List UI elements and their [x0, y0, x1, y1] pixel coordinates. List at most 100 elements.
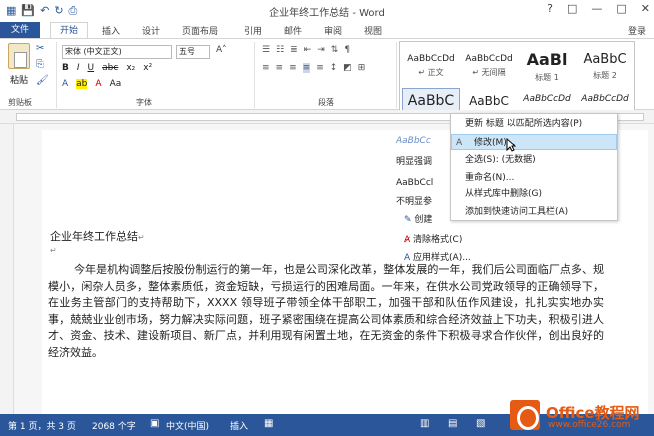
paragraph-group-label: 段落 — [318, 98, 334, 107]
align-center-icon[interactable]: ≡ — [276, 63, 284, 73]
show-marks-icon[interactable]: ¶ — [344, 45, 350, 55]
tab-insert[interactable]: 插入 — [102, 24, 120, 37]
brand-url: www.office26.com — [548, 420, 631, 430]
language[interactable]: 中文(中国) — [166, 419, 209, 432]
word-count[interactable]: 2068 个字 — [92, 419, 136, 432]
font-group-label: 字体 — [136, 98, 152, 107]
window-controls: ? □ — □ ✕ — [547, 2, 650, 15]
style-sample-partial: AaBbCc — [396, 136, 431, 146]
tab-layout[interactable]: 页面布局 — [182, 24, 218, 37]
copy-icon[interactable]: ⎘ — [36, 59, 44, 70]
font-color-icon[interactable]: A — [95, 79, 101, 89]
group-divider — [254, 42, 255, 108]
ribbon-display-button[interactable]: □ — [567, 2, 577, 15]
page-count[interactable]: 第 1 页，共 3 页 — [8, 419, 76, 432]
menu-rename[interactable]: 重命名(N)... — [451, 170, 617, 186]
align-left-icon[interactable]: ≡ — [262, 63, 270, 73]
menu-update-style[interactable]: 更新 标题 以匹配所选内容(P) — [451, 116, 617, 132]
style-heading-1[interactable]: AaBl 标题 1 — [518, 44, 576, 88]
format-row: B I U abc x₂ x² — [62, 63, 152, 73]
modify-icon: A — [456, 138, 463, 148]
borders-icon[interactable]: ⊞ — [358, 63, 366, 73]
close-button[interactable]: ✕ — [641, 2, 650, 15]
read-mode-icon[interactable]: ▥ — [420, 418, 429, 429]
align-row: ≡ ≡ ≡ ≡ ≡ ↕ ◩ ⊞ — [262, 63, 365, 73]
style-ref-label: 不明显参 — [396, 197, 433, 207]
empty-paragraph-mark: ↵ — [50, 246, 57, 255]
shading-icon[interactable]: ◩ — [343, 63, 352, 73]
color-row: A ab A Aa — [62, 79, 121, 89]
office-logo-icon — [510, 400, 540, 430]
text-effects-icon[interactable]: A — [62, 79, 68, 89]
ribbon-tabs: 文件 开始 插入 设计 页面布局 引用 邮件 审阅 视图 登录 — [0, 22, 654, 39]
style-sample-partial-2: AaBbCcl — [396, 178, 434, 188]
sort-icon[interactable]: ⇅ — [331, 45, 339, 55]
tab-mailings[interactable]: 邮件 — [284, 24, 302, 37]
group-divider — [396, 42, 397, 108]
style-no-spacing[interactable]: AaBbCcDd ↵ 无间隔 — [460, 44, 518, 88]
menu-modify[interactable]: A 修改(M)... — [451, 134, 617, 150]
cut-icon[interactable]: ✂ — [36, 43, 44, 54]
font-grow-icon[interactable]: A˄ — [216, 45, 227, 55]
increase-indent-icon[interactable]: ⇥ — [317, 45, 325, 55]
align-right-icon[interactable]: ≡ — [289, 63, 297, 73]
decrease-indent-icon[interactable]: ⇤ — [304, 45, 312, 55]
list-row: ☰ ☷ ≣ ⇤ ⇥ ⇅ ¶ — [262, 45, 350, 55]
insert-mode[interactable]: 插入 — [230, 419, 248, 432]
menu-select-all[interactable]: 全选(S): (无数据) — [451, 152, 617, 168]
login-link[interactable]: 登录 — [628, 24, 646, 37]
tab-home[interactable]: 开始 — [50, 22, 88, 39]
macro-icon[interactable]: ▦ — [264, 418, 273, 429]
apply-styles-item[interactable]: A 应用样式(A)... — [404, 250, 471, 263]
create-style-icon: ✎ — [404, 215, 415, 225]
menu-remove-from-gallery[interactable]: 从样式库中删除(G) — [451, 186, 617, 202]
tab-file[interactable]: 文件 — [0, 22, 40, 38]
style-context-menu: 更新 标题 以匹配所选内容(P) A 修改(M)... 全选(S): (无数据) … — [450, 113, 618, 221]
vertical-ruler — [0, 124, 14, 414]
tab-view[interactable]: 视图 — [364, 24, 382, 37]
bold-button[interactable]: B — [62, 63, 69, 73]
style-normal[interactable]: AaBbCcDd ↵ 正文 — [402, 44, 460, 88]
menu-add-to-qat[interactable]: 添加到快速访问工具栏(A) — [451, 204, 617, 220]
multilevel-icon[interactable]: ≣ — [290, 45, 298, 55]
font-size-select[interactable]: 五号 — [176, 45, 210, 59]
help-button[interactable]: ? — [547, 2, 553, 15]
paste-icon[interactable] — [8, 43, 30, 69]
print-layout-icon[interactable]: ▤ — [448, 418, 457, 429]
style-emphasis-label: 明显强调 — [396, 157, 433, 167]
line-spacing-icon[interactable]: ↕ — [330, 63, 338, 73]
italic-button[interactable]: I — [77, 63, 80, 73]
subscript-button[interactable]: x₂ — [126, 63, 135, 73]
change-case-icon[interactable]: Aa — [110, 79, 122, 89]
clipboard-group-label: 剪贴板 — [8, 98, 32, 107]
clear-format-icon: A̷ — [404, 235, 414, 245]
tab-review[interactable]: 审阅 — [324, 24, 342, 37]
font-name-select[interactable]: 宋体 (中文正文) — [62, 45, 172, 59]
web-layout-icon[interactable]: ▧ — [476, 418, 485, 429]
highlight-icon[interactable]: ab — [76, 79, 88, 89]
proofing-icon[interactable]: ▣ — [150, 418, 159, 429]
strikethrough-button[interactable]: abc — [102, 63, 118, 73]
create-style-item[interactable]: ✎ 创建 — [404, 212, 432, 225]
minimize-button[interactable]: — — [591, 2, 602, 15]
group-divider — [56, 42, 57, 108]
tab-design[interactable]: 设计 — [142, 24, 160, 37]
justify-icon[interactable]: ≡ — [302, 63, 311, 73]
numbering-icon[interactable]: ☷ — [276, 45, 284, 55]
apply-styles-icon: A — [404, 253, 414, 263]
distributed-icon[interactable]: ≡ — [316, 63, 324, 73]
superscript-button[interactable]: x² — [143, 63, 152, 73]
mouse-cursor-icon — [506, 138, 516, 152]
document-paragraph[interactable]: 今年是机构调整后按股份制运行的第一年，也是公司深化改革，整体发展的一年，我们后公… — [48, 262, 604, 361]
tab-references[interactable]: 引用 — [244, 24, 262, 37]
style-heading-2[interactable]: AaBbC 标题 2 — [576, 44, 634, 88]
document-title[interactable]: 企业年终工作总结↵ — [50, 228, 145, 244]
format-painter-icon[interactable]: 🖌 — [36, 75, 49, 86]
underline-button[interactable]: U — [88, 63, 95, 73]
clear-format-item[interactable]: A̷ 清除格式(C) — [404, 232, 462, 245]
paste-button[interactable]: 粘贴 — [10, 73, 28, 86]
maximize-button[interactable]: □ — [616, 2, 626, 15]
title-bar: ▦ 💾 ↶ ↻ ⎙ 企业年终工作总结 - Word ? □ — □ ✕ — [0, 0, 654, 22]
brand-watermark: Office教程网 www.office26.com — [510, 396, 650, 436]
bullets-icon[interactable]: ☰ — [262, 45, 270, 55]
